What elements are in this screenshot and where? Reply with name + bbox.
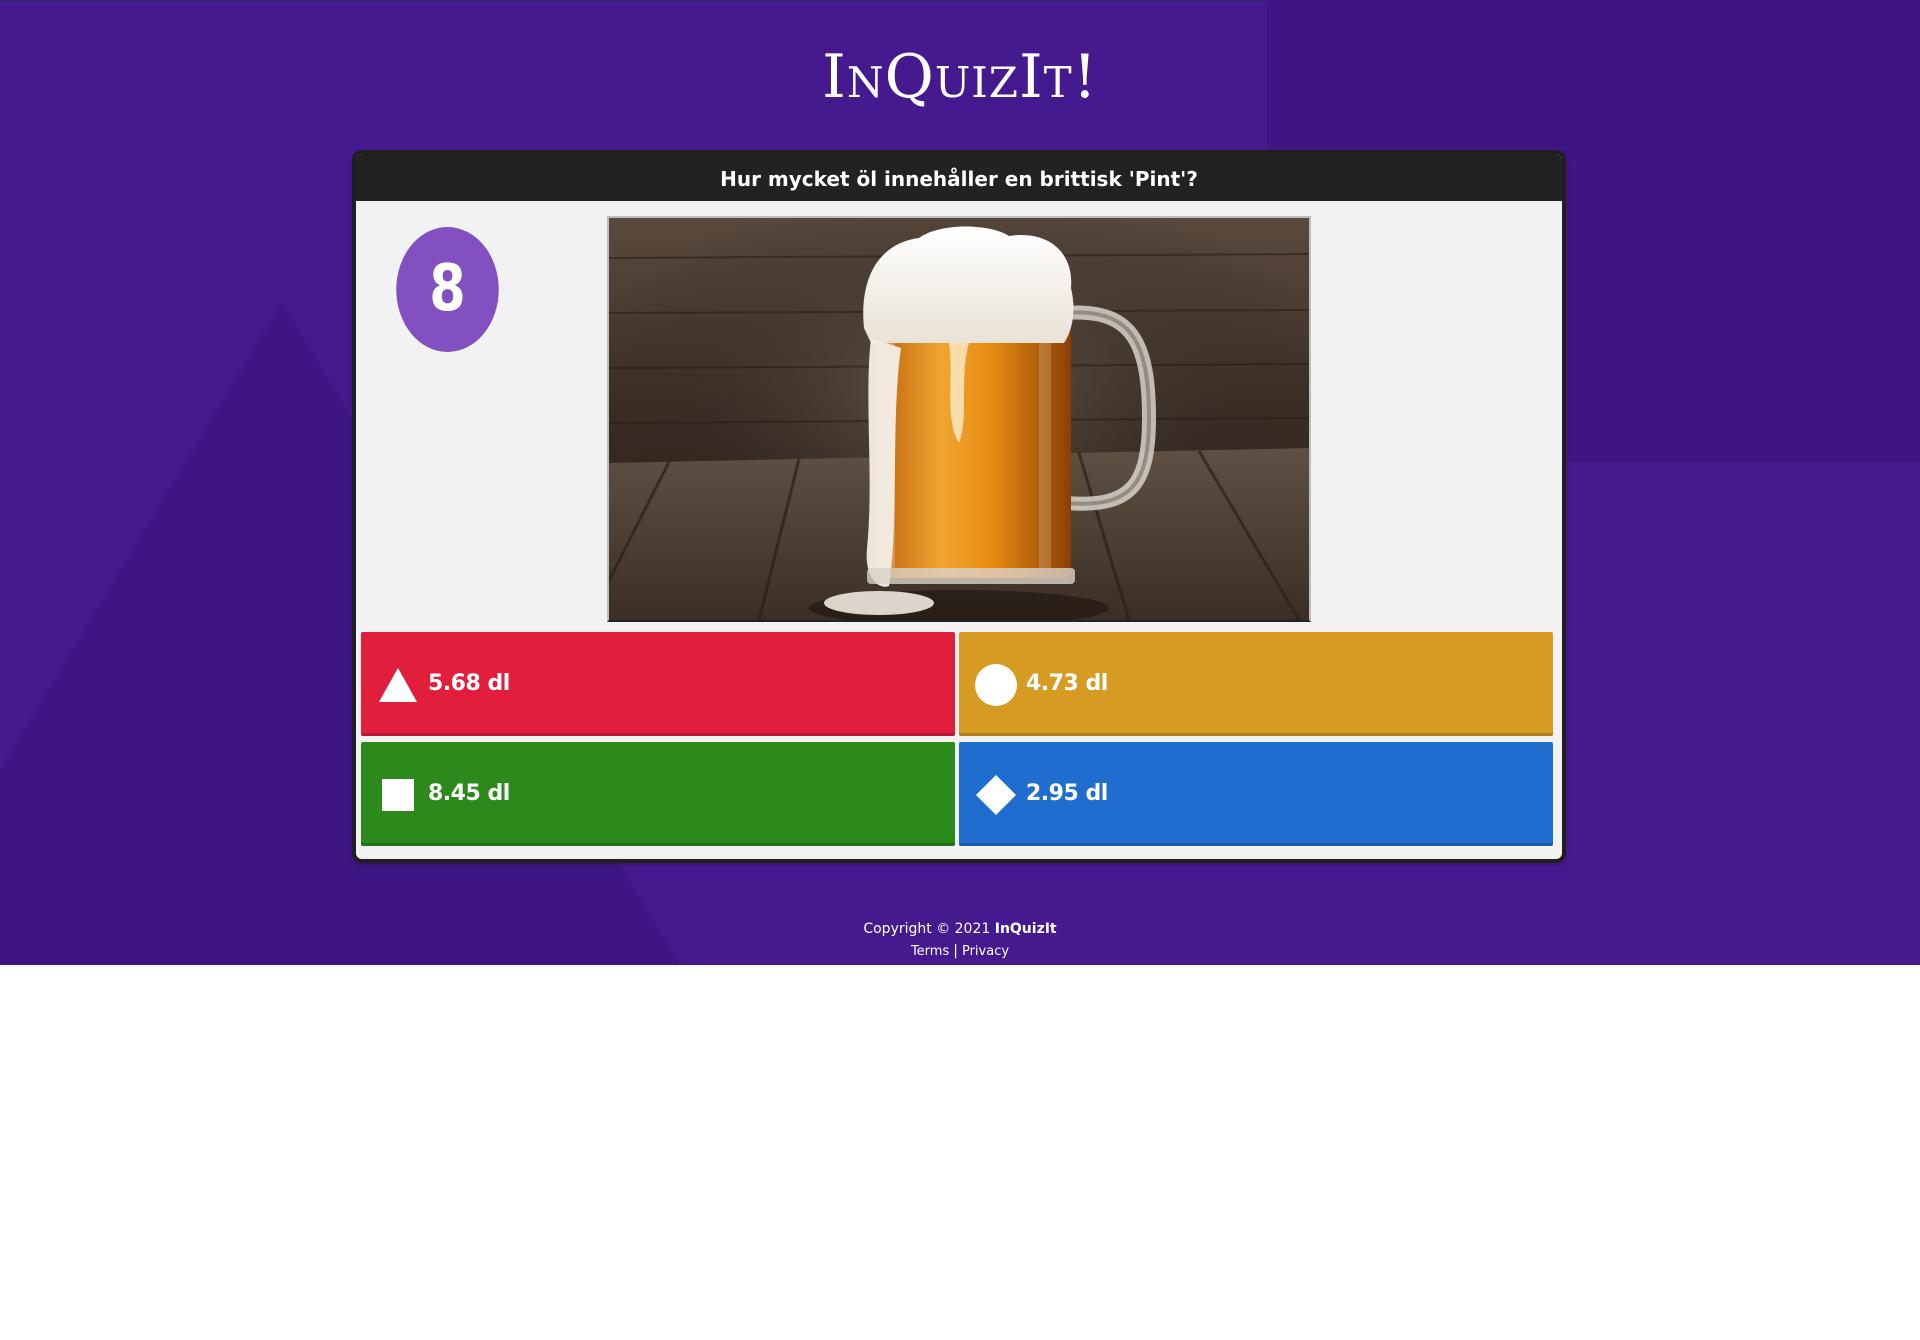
triangle-icon [379, 668, 417, 702]
footer-links: Terms | Privacy [0, 940, 1920, 963]
answer-label: 8.45 dl [428, 781, 510, 806]
terms-link[interactable]: Terms [911, 944, 949, 959]
answer-option-2[interactable]: 4.73 dl [959, 632, 1553, 736]
page-background: InQuizIt! Hur mycket öl innehåller en br… [0, 0, 1920, 965]
diamond-icon [976, 775, 1016, 815]
question-card: Hur mycket öl innehåller en brittisk 'Pi… [356, 154, 1562, 859]
answer-label: 4.73 dl [1026, 671, 1108, 696]
beer-mug-photo [609, 218, 1309, 620]
circle-icon [975, 664, 1017, 706]
app-logo[interactable]: InQuizIt! [0, 42, 1920, 112]
link-separator: | [953, 943, 958, 959]
answer-label: 5.68 dl [428, 671, 510, 696]
copyright-line: Copyright © 2021 InQuizIt [0, 918, 1920, 940]
answer-option-3[interactable]: 8.45 dl [361, 742, 955, 846]
answer-label: 2.95 dl [1026, 781, 1108, 806]
copyright-text: Copyright © 2021 [863, 921, 991, 937]
answer-option-4[interactable]: 2.95 dl [959, 742, 1553, 846]
answer-grid: 5.68 dl 4.73 dl 8.45 dl 2.95 dl [361, 632, 1553, 850]
copyright-brand: InQuizIt [994, 921, 1057, 937]
question-text: Hur mycket öl innehåller en brittisk 'Pi… [356, 154, 1562, 201]
countdown-timer: 8 [396, 227, 499, 352]
privacy-link[interactable]: Privacy [962, 944, 1009, 959]
question-image [607, 216, 1311, 622]
footer: Copyright © 2021 InQuizIt Terms | Privacy [0, 918, 1920, 963]
answer-option-1[interactable]: 5.68 dl [361, 632, 955, 736]
square-icon [382, 779, 414, 811]
